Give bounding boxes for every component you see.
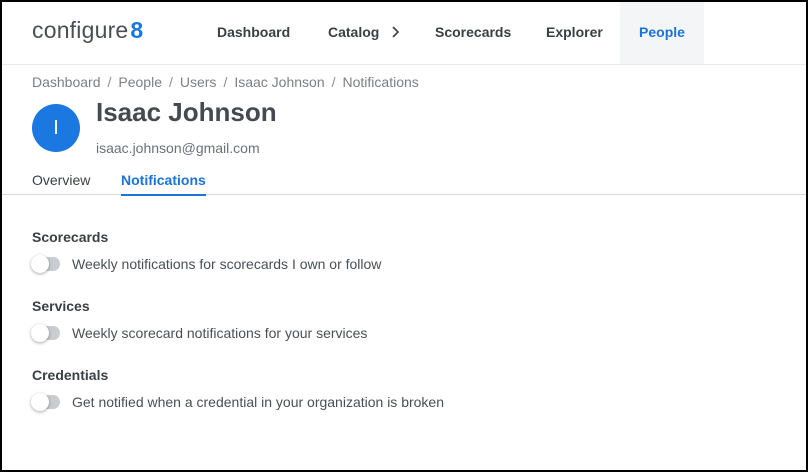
breadcrumb-dashboard[interactable]: Dashboard — [32, 74, 101, 90]
nav-scorecards[interactable]: Scorecards — [435, 2, 511, 64]
breadcrumb-notifications: Notifications — [342, 74, 419, 90]
breadcrumb-separator: / — [223, 74, 228, 90]
breadcrumb-separator: / — [168, 74, 173, 90]
tab-overview[interactable]: Overview — [32, 172, 90, 194]
nav-people-label: People — [639, 24, 685, 40]
nav-explorer-label: Explorer — [546, 24, 603, 40]
toggle-scorecards-notifications[interactable] — [31, 255, 60, 273]
toggle-knob — [31, 324, 49, 342]
toggle-knob — [31, 393, 49, 411]
section-title-credentials: Credentials — [32, 367, 109, 383]
nav-people[interactable]: People — [620, 2, 704, 64]
nav-catalog[interactable]: Catalog — [328, 2, 400, 64]
nav-scorecards-label: Scorecards — [435, 24, 512, 40]
breadcrumb-people[interactable]: People — [118, 74, 162, 90]
page-title: Isaac Johnson — [96, 97, 277, 127]
breadcrumb: Dashboard / People / Users / Isaac Johnson / Not… — [32, 74, 419, 90]
toggle-credentials-notifications[interactable] — [31, 393, 60, 411]
user-email: isaac.johnson@gmail.com — [96, 140, 260, 156]
setting-row-services: Weekly scorecard notifications for your … — [31, 324, 368, 342]
chevron-right-icon — [391, 3, 400, 63]
section-title-services: Services — [32, 298, 90, 314]
avatar: I — [32, 104, 80, 152]
breadcrumb-user[interactable]: Isaac Johnson — [234, 74, 324, 90]
setting-row-scorecards: Weekly notifications for scorecards I ow… — [31, 255, 382, 273]
breadcrumb-separator: / — [107, 74, 112, 90]
setting-row-credentials: Get notified when a credential in your o… — [31, 393, 444, 411]
top-navigation: configure8 Dashboard Catalog Scorecards … — [2, 2, 806, 65]
section-title-scorecards: Scorecards — [32, 229, 109, 245]
logo-text: configure — [32, 17, 129, 43]
configure8-logo[interactable]: configure8 — [32, 17, 143, 44]
nav-dashboard[interactable]: Dashboard — [217, 2, 290, 64]
nav-explorer[interactable]: Explorer — [546, 2, 603, 64]
setting-label-services: Weekly scorecard notifications for your … — [72, 325, 368, 341]
tab-notifications[interactable]: Notifications — [121, 172, 206, 196]
tab-overview-label: Overview — [32, 172, 91, 188]
setting-label-credentials: Get notified when a credential in your o… — [72, 394, 444, 410]
nav-catalog-label: Catalog — [328, 24, 380, 40]
toggle-knob — [31, 255, 49, 273]
tab-bar: Overview Notifications — [2, 168, 806, 196]
tab-notifications-label: Notifications — [121, 172, 206, 188]
breadcrumb-separator: / — [331, 74, 336, 90]
breadcrumb-users[interactable]: Users — [180, 74, 217, 90]
app-window: configure8 Dashboard Catalog Scorecards … — [0, 0, 808, 472]
toggle-services-notifications[interactable] — [31, 324, 60, 342]
nav-dashboard-label: Dashboard — [217, 24, 291, 40]
logo-mark: 8 — [130, 17, 144, 43]
setting-label-scorecards: Weekly notifications for scorecards I ow… — [72, 256, 382, 272]
